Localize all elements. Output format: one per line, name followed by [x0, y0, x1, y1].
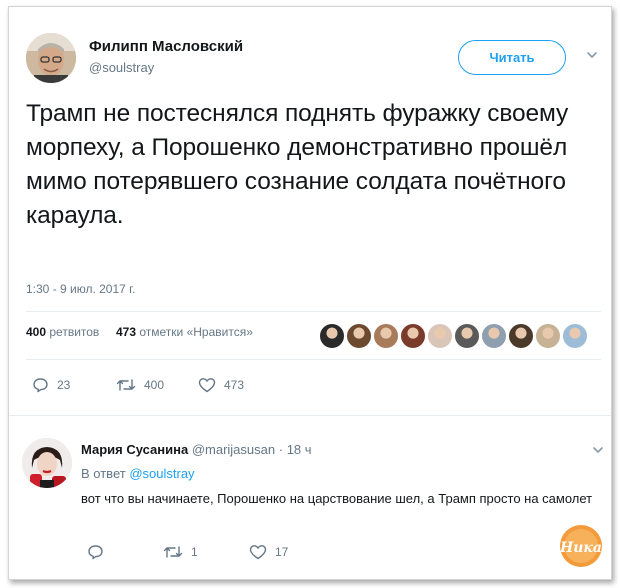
tweet-text: Трамп не постеснялся поднять фуражку сво…	[26, 100, 569, 229]
tweet-timestamp[interactable]: 1:30 - 9 июл. 2017 г.	[26, 282, 135, 296]
reply-text: вот что вы начинаете, Порошенко на царст…	[81, 491, 593, 506]
divider	[26, 359, 601, 360]
liker-avatar[interactable]	[427, 323, 453, 349]
heart-icon	[198, 378, 216, 393]
retweet-count: 400	[144, 378, 165, 392]
heart-icon	[249, 545, 267, 560]
in-reply-to: В ответ @soulstray	[81, 466, 195, 481]
like-button[interactable]: 17	[249, 544, 288, 560]
in-reply-to-handle[interactable]: @soulstray	[129, 466, 194, 481]
like-count: 17	[275, 545, 289, 559]
reply-author-name[interactable]: Мария Сусанина	[81, 442, 188, 457]
likes-count[interactable]: 473	[116, 325, 136, 339]
liker-avatar[interactable]	[535, 323, 561, 349]
reply-icon	[88, 545, 103, 560]
liker-avatar[interactable]	[508, 323, 534, 349]
author-avatar[interactable]	[26, 33, 76, 83]
watermark-logo: Ника	[559, 525, 602, 567]
reply-header: Мария Сусанина @marijasusan · 18 ч	[81, 442, 312, 457]
like-button[interactable]: 473	[198, 377, 244, 393]
like-count: 473	[224, 378, 245, 392]
retweet-button[interactable]: 1	[163, 544, 198, 560]
tweet-card: Филипп Масловский @soulstray Читать Трам…	[8, 6, 612, 580]
retweets-label[interactable]: ретвитов	[49, 325, 99, 339]
retweets-count[interactable]: 400	[26, 325, 46, 339]
in-reply-to-prefix: В ответ	[81, 466, 126, 481]
retweet-icon	[116, 379, 136, 391]
reply-author-avatar[interactable]	[22, 438, 72, 488]
svg-text:Ника: Ника	[559, 540, 602, 556]
author-handle[interactable]: @soulstray	[89, 60, 154, 75]
reply-button[interactable]	[87, 544, 112, 560]
retweet-button[interactable]: 400	[116, 377, 164, 393]
chevron-down-icon[interactable]	[586, 49, 598, 61]
reply-author-handle[interactable]: @marijasusan	[192, 442, 275, 457]
tweet-stats: 400 ретвитов 473 отметки «Нравится»	[26, 325, 253, 339]
reply-time[interactable]: 18 ч	[287, 442, 312, 457]
reply-dot: ·	[278, 442, 284, 457]
divider	[26, 311, 601, 312]
likes-label[interactable]: отметки «Нравится»	[139, 325, 253, 339]
retweet-count: 1	[191, 545, 198, 559]
chevron-down-icon[interactable]	[592, 444, 604, 456]
liker-avatar[interactable]	[454, 323, 480, 349]
liker-avatar[interactable]	[346, 323, 372, 349]
liker-avatar[interactable]	[400, 323, 426, 349]
liker-avatar[interactable]	[373, 323, 399, 349]
reply-author-avatar-image	[22, 438, 72, 488]
reply-button[interactable]: 23	[32, 377, 70, 393]
liker-avatar[interactable]	[319, 323, 345, 349]
retweet-icon	[163, 546, 183, 558]
reply-tweet: Мария Сусанина @marijasusan · 18 ч В отв…	[9, 415, 611, 579]
author-avatar-image	[26, 33, 76, 83]
author-name[interactable]: Филипп Масловский	[89, 38, 243, 55]
reply-count: 23	[57, 378, 71, 392]
reply-icon	[33, 378, 48, 393]
liker-avatar[interactable]	[562, 323, 588, 349]
liker-avatar[interactable]	[481, 323, 507, 349]
follow-button[interactable]: Читать	[458, 40, 566, 75]
